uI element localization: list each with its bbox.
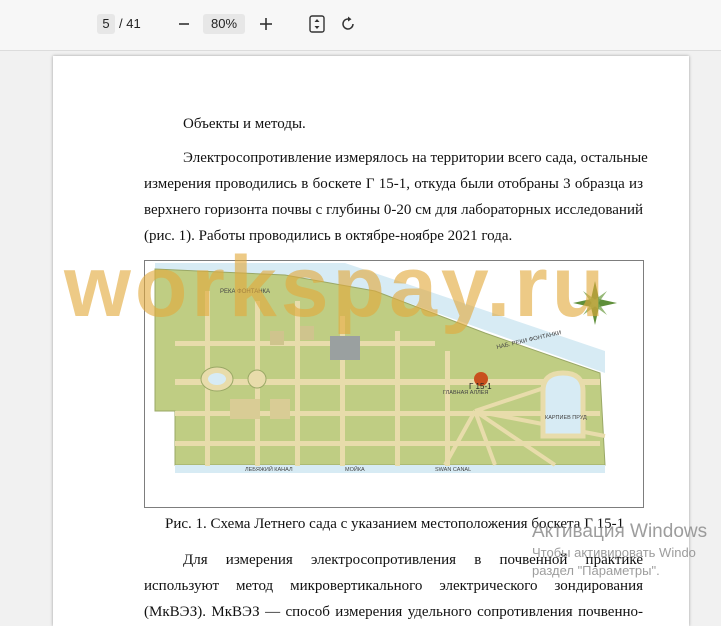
activation-title: Активация Windows: [532, 521, 708, 542]
fit-page-button[interactable]: [305, 12, 329, 36]
map-illustration: РЕКА ФОНТАНКА НАБ. РЕКИ ФОНТАНКИ ГЛАВНАЯ…: [145, 261, 643, 507]
summer-garden-map: РЕКА ФОНТАНКА НАБ. РЕКИ ФОНТАНКИ ГЛАВНАЯ…: [144, 260, 644, 508]
section-heading: Объекты и методы.: [183, 116, 306, 132]
map-label-fontanka: РЕКА ФОНТАНКА: [220, 289, 270, 295]
paragraph-line: измерения проводились в боскете Г 15-1, …: [144, 176, 643, 192]
pdf-toolbar: 5 / 41 80%: [0, 0, 721, 51]
paragraph-line: Электросопротивление измерялось на терри…: [183, 150, 648, 166]
page-number-input[interactable]: 5: [97, 14, 115, 34]
map-label-lebyazhy: ЛЕБЯЖИЙ КАНАЛ: [245, 465, 293, 473]
plus-icon: [260, 18, 272, 30]
paragraph-line: (рис. 1). Работы проводились в октябре-н…: [144, 228, 513, 244]
windows-activation-notice: Активация Windows Чтобы активировать Win…: [532, 520, 707, 580]
map-label-mojka: МОЙКА: [345, 465, 365, 473]
map-label-pond: КАРПИЕВ ПРУД: [545, 415, 587, 421]
map-label-g15: Г 15-1: [469, 382, 492, 391]
page-total: / 41: [119, 16, 141, 31]
zoom-out-button[interactable]: [172, 12, 196, 36]
zoom-in-button[interactable]: [254, 12, 278, 36]
paragraph-line: используют метод микровертикального элек…: [144, 578, 643, 594]
map-label-swan: SWAN CANAL: [435, 467, 471, 473]
paragraph-line: верхнего горизонта почвы с глубины 0-20 …: [144, 202, 643, 218]
rotate-button[interactable]: [336, 12, 360, 36]
zoom-level-input[interactable]: 80%: [203, 14, 245, 34]
fit-page-icon: [309, 15, 325, 33]
rotate-icon: [342, 16, 354, 30]
activation-line: раздел "Параметры".: [532, 563, 660, 578]
activation-line: Чтобы активировать Windo: [532, 545, 696, 560]
paragraph-line: (МкВЭЗ). МкВЭЗ — способ измерения удельн…: [144, 604, 643, 620]
minus-icon: [179, 23, 189, 25]
